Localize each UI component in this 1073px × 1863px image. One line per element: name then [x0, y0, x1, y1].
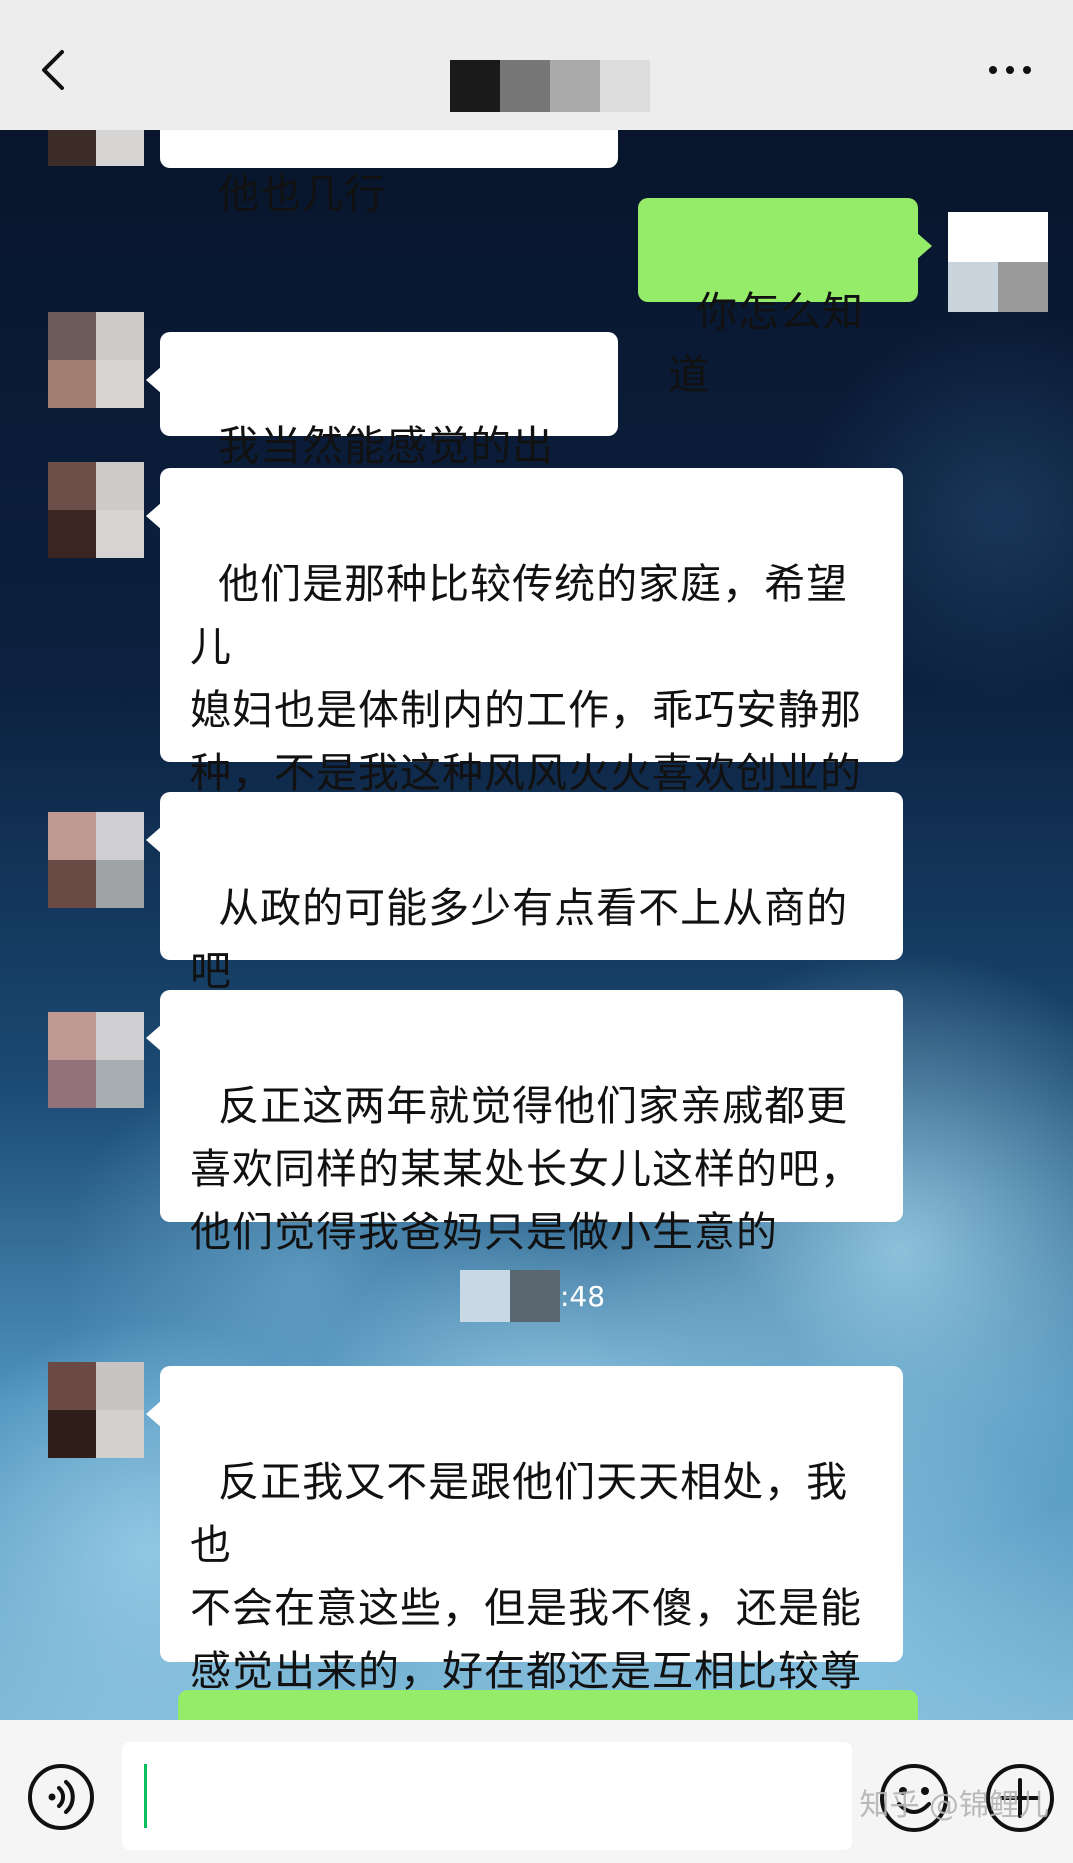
- chevron-left-icon[interactable]: [38, 48, 68, 92]
- message-bubble[interactable]: 从政的可能多少有点看不上从商的 吧: [146, 792, 903, 995]
- avatar[interactable]: [48, 812, 144, 908]
- timestamp: :48: [460, 1270, 605, 1322]
- text-caret: [144, 1764, 147, 1828]
- message-bubble[interactable]: 反正这两年就觉得他们家亲戚都更 喜欢同样的某某处长女儿这样的吧， 他们觉得我爸妈…: [146, 990, 903, 1256]
- avatar[interactable]: [48, 312, 144, 408]
- chat-header: [0, 0, 1073, 130]
- message-bubble[interactable]: 他们是那种比较传统的家庭，希望儿 媳妇也是体制内的工作，乖巧安静那 种，不是我这…: [146, 468, 903, 860]
- message-text: 反正这两年就觉得他们家亲戚都更 喜欢同样的某某处长女儿这样的吧， 他们觉得我爸妈…: [190, 1082, 862, 1256]
- avatar-self[interactable]: [948, 212, 1048, 312]
- message-input[interactable]: [122, 1742, 852, 1850]
- message-bubble[interactable]: 我当然能感觉的出来: [146, 332, 618, 533]
- avatar[interactable]: [48, 462, 144, 558]
- more-dots-icon[interactable]: [985, 60, 1035, 80]
- avatar[interactable]: [48, 1012, 144, 1108]
- chat-title-blurred: [450, 60, 650, 112]
- voice-icon[interactable]: [26, 1762, 96, 1832]
- message-bubble-self[interactable]: 你怎么知道: [638, 198, 932, 399]
- message-bubble[interactable]: 反正我又不是跟他们天天相处，我也 不会在意这些，但是我不傻，还是能 感觉出来的，…: [146, 1366, 903, 1758]
- timestamp-text: :48: [560, 1279, 606, 1313]
- avatar[interactable]: [48, 1362, 144, 1458]
- watermark: 知乎 @锦鲤儿: [859, 1788, 1049, 1823]
- message-text: 他也几行: [218, 170, 387, 218]
